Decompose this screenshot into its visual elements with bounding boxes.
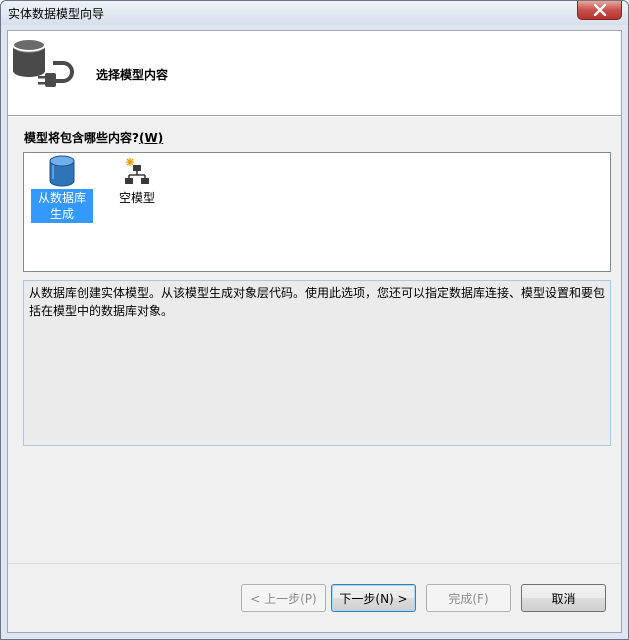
prompt-accelerator: (W) <box>138 131 164 145</box>
wizard-window: 实体数据模型向导 选择模型内容 模型将包含哪些内容?(W) 从数据库生成 空模型… <box>0 0 629 640</box>
list-item-label: 从数据库生成 <box>31 189 93 223</box>
option-description: 从数据库创建实体模型。从该模型生成对象层代码。使用此选项，您还可以指定数据库连接… <box>23 280 611 446</box>
header-divider <box>8 115 621 117</box>
wizard-header: 选择模型内容 <box>8 31 621 115</box>
wizard-body: 选择模型内容 模型将包含哪些内容?(W) 从数据库生成 空模型 从数据库创建实体… <box>7 30 622 633</box>
button-area-divider <box>8 563 621 564</box>
database-plug-icon <box>11 35 81 94</box>
database-icon <box>49 155 75 187</box>
close-icon <box>593 4 606 16</box>
title-bar[interactable]: 实体数据模型向导 <box>1 1 628 25</box>
window-title: 实体数据模型向导 <box>8 7 105 21</box>
page-title: 选择模型内容 <box>96 68 169 82</box>
list-item-label: 空模型 <box>118 191 155 205</box>
finish-button[interactable]: 完成(F) <box>426 584 511 612</box>
description-text: 从数据库创建实体模型。从该模型生成对象层代码。使用此选项，您还可以指定数据库连接… <box>29 286 606 318</box>
list-item-empty-model[interactable]: 空模型 <box>104 155 170 207</box>
prompt-text: 模型将包含哪些内容? <box>24 131 139 145</box>
cancel-button[interactable]: 取消 <box>521 584 606 612</box>
close-button[interactable] <box>577 1 622 20</box>
back-button[interactable]: < 上一步(P) <box>241 584 326 612</box>
next-button[interactable]: 下一步(N) > <box>331 584 416 612</box>
list-item-from-database[interactable]: 从数据库生成 <box>29 155 95 223</box>
empty-model-icon <box>125 158 149 184</box>
model-content-label: 模型将包含哪些内容?(W) <box>24 129 163 146</box>
model-content-list[interactable]: 从数据库生成 空模型 <box>23 152 611 272</box>
